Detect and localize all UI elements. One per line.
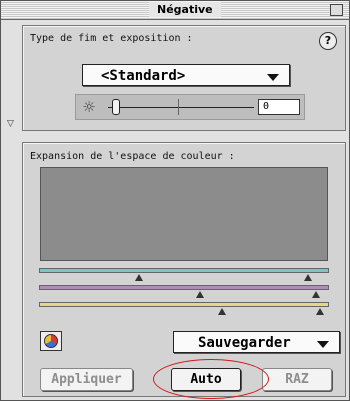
channel-bar-cyan bbox=[39, 268, 329, 273]
color-expansion-panel: Expansion de l'espace de couleur : Sauve… bbox=[22, 142, 346, 399]
chevron-down-icon bbox=[317, 341, 329, 348]
film-exposure-panel: Type de fim et exposition : ? <Standard>… bbox=[22, 25, 346, 131]
exposure-value-field[interactable]: 0 bbox=[258, 99, 300, 115]
channel-bar-yellow bbox=[39, 302, 329, 307]
channel-yellow-right-handle[interactable] bbox=[316, 308, 324, 315]
reset-button[interactable]: RAZ bbox=[262, 368, 332, 391]
exposure-slider-thumb[interactable] bbox=[112, 99, 120, 115]
film-type-value: <Standard> bbox=[101, 68, 186, 84]
save-select[interactable]: Sauvegarder bbox=[173, 331, 340, 353]
color-expansion-label: Expansion de l'espace de couleur : bbox=[30, 151, 235, 162]
help-icon[interactable]: ? bbox=[319, 32, 337, 50]
triangle-down-icon[interactable]: ▽ bbox=[7, 119, 17, 129]
channel-cyan-right-handle[interactable] bbox=[304, 274, 312, 281]
auto-button[interactable]: Auto bbox=[171, 368, 241, 391]
color-wheel-graphic bbox=[44, 334, 58, 348]
histogram-area bbox=[40, 167, 328, 261]
chevron-down-icon bbox=[267, 74, 279, 81]
film-type-select[interactable]: <Standard> bbox=[82, 64, 290, 86]
channel-magenta-right-handle[interactable] bbox=[312, 291, 320, 298]
apply-button[interactable]: Appliquer bbox=[40, 368, 133, 391]
color-wheel-icon[interactable] bbox=[40, 331, 62, 351]
exposure-slider-track[interactable] bbox=[108, 107, 254, 108]
channel-cyan-left-handle[interactable] bbox=[135, 274, 143, 281]
exposure-slider-center-tick bbox=[178, 99, 179, 115]
channel-bar-magenta bbox=[39, 285, 329, 290]
window-title: Négative bbox=[149, 2, 221, 17]
sun-icon: ☼ bbox=[82, 98, 96, 116]
save-select-value: Sauvegarder bbox=[198, 335, 291, 351]
exposure-control: ☼ 0 bbox=[75, 94, 305, 120]
title-bar[interactable]: Négative bbox=[1, 1, 349, 20]
film-exposure-label: Type de fim et exposition : bbox=[30, 33, 193, 44]
channel-magenta-left-handle[interactable] bbox=[196, 291, 204, 298]
zoom-box[interactable] bbox=[330, 4, 343, 16]
negative-window: Négative ▽ Type de fim et exposition : ?… bbox=[0, 0, 350, 401]
channel-yellow-left-handle[interactable] bbox=[218, 308, 226, 315]
